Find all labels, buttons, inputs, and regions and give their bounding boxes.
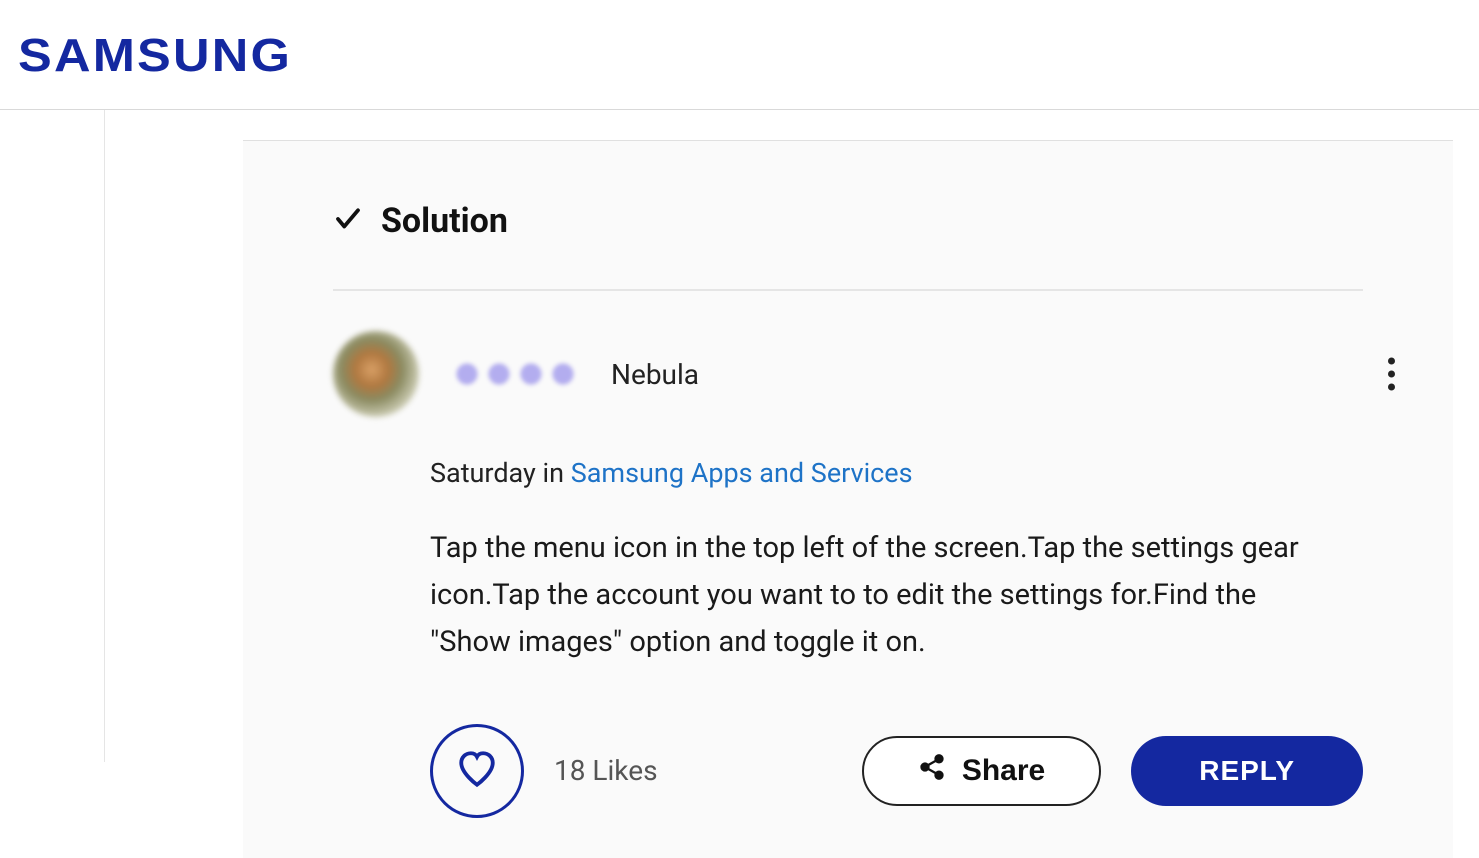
in-word: in — [543, 457, 564, 489]
page-body: Solution Nebula Saturday in Samsung Apps… — [0, 110, 1479, 762]
share-label: Share — [962, 754, 1045, 788]
content-area: Solution Nebula Saturday in Samsung Apps… — [105, 110, 1479, 762]
category-link[interactable]: Samsung Apps and Services — [571, 457, 913, 489]
samsung-logo[interactable]: SAMSUNG — [18, 28, 292, 82]
actions-row: 18 Likes Share REPLY — [430, 724, 1363, 818]
author-row: Nebula — [333, 331, 1363, 417]
post-meta: Saturday in Samsung Apps and Services — [430, 457, 1363, 489]
more-options-button[interactable] — [1380, 350, 1403, 399]
likes-count[interactable]: 18 Likes — [554, 754, 658, 787]
more-vertical-icon — [1388, 358, 1395, 391]
left-gutter — [0, 110, 105, 762]
post-body: Tap the menu icon in the top left of the… — [430, 525, 1343, 666]
avatar[interactable] — [333, 331, 419, 417]
username-link[interactable] — [435, 357, 595, 391]
solution-header: Solution — [333, 201, 1363, 291]
site-header: SAMSUNG — [0, 0, 1479, 110]
solution-label: Solution — [381, 201, 508, 241]
share-icon — [918, 753, 946, 789]
share-button[interactable]: Share — [862, 736, 1101, 806]
check-icon — [333, 204, 363, 238]
reply-button[interactable]: REPLY — [1131, 736, 1363, 806]
heart-icon — [456, 748, 498, 794]
user-rank: Nebula — [611, 358, 699, 391]
like-button[interactable] — [430, 724, 524, 818]
post-card: Solution Nebula Saturday in Samsung Apps… — [243, 140, 1453, 858]
posted-time: Saturday — [430, 457, 536, 489]
